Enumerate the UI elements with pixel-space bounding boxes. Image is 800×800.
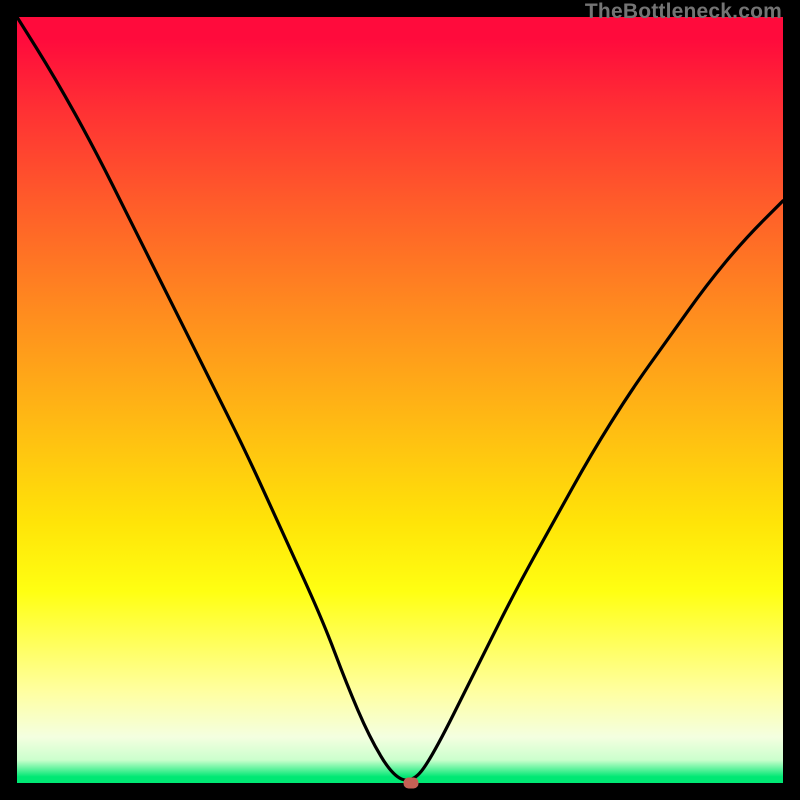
watermark-text: TheBottleneck.com (585, 0, 782, 24)
bottleneck-curve (17, 17, 783, 783)
plot-area (17, 17, 783, 783)
curve-path (17, 17, 783, 780)
optimal-marker (404, 778, 419, 789)
chart-frame: TheBottleneck.com (0, 0, 800, 800)
